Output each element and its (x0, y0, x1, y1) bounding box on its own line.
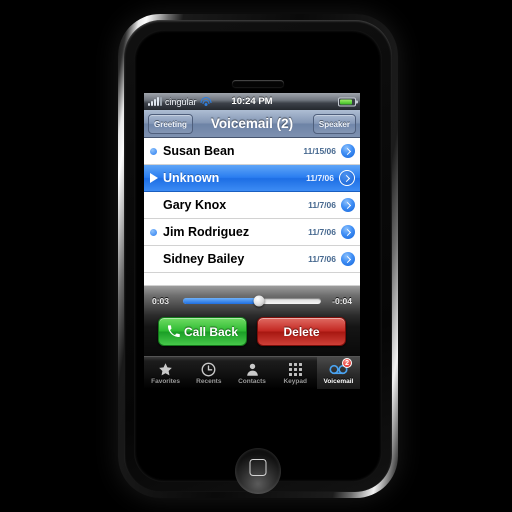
home-square-icon (249, 459, 267, 476)
table-row[interactable]: Susan Bean 11/15/06 (144, 138, 360, 165)
status-bar: cingular 10:24 PM (144, 93, 360, 110)
voicemail-date: 11/7/06 (306, 173, 334, 183)
list-empty-row (144, 273, 360, 286)
page-title: Voicemail (2) (210, 116, 294, 131)
elapsed-time: 0:03 (152, 296, 170, 306)
unheard-indicator (149, 228, 163, 236)
table-row[interactable]: Unknown 11/7/06 (144, 165, 360, 192)
progress-fill (183, 298, 259, 304)
navigation-bar: Greeting Voicemail (2) Speaker (144, 110, 360, 138)
tab-voicemail[interactable]: Voicemail 2 (316, 357, 360, 389)
disclosure-arrow-icon[interactable] (341, 198, 355, 212)
clock-icon (201, 362, 216, 377)
table-row[interactable]: Gary Knox 11/7/06 (144, 192, 360, 219)
person-icon (245, 362, 260, 377)
screenshot-stage: cingular 10:24 PM Greeting Voicemail (2)… (0, 0, 512, 512)
scrubber-row: 0:03 -0:04 (144, 293, 360, 309)
greeting-button[interactable]: Greeting (148, 114, 193, 134)
voicemail-date: 11/7/06 (308, 254, 336, 264)
tab-bar: Favorites Recents Contacts Keypad Voicemail 2 (144, 356, 360, 389)
tab-label: Favorites (151, 377, 181, 385)
unheard-indicator (149, 147, 163, 155)
status-badge: 2 (342, 358, 353, 368)
tab-contacts[interactable]: Contacts (230, 357, 273, 389)
iphone-device: cingular 10:24 PM Greeting Voicemail (2)… (118, 14, 398, 498)
status-clock: 10:24 PM (231, 96, 273, 107)
delete-label: Delete (283, 324, 320, 339)
delete-button[interactable]: Delete (257, 317, 346, 346)
table-row[interactable]: Jim Rodriguez 11/7/06 (144, 219, 360, 246)
wifi-icon (200, 97, 212, 106)
play-triangle-icon (150, 173, 158, 183)
voicemail-date: 11/15/06 (303, 146, 336, 156)
voicemail-caller-name: Jim Rodriguez (163, 225, 250, 239)
unheard-dot-icon (150, 228, 157, 236)
carrier-label: cingular (165, 96, 197, 107)
disclosure-arrow-icon[interactable] (341, 144, 355, 158)
voicemail-caller-name: Unknown (163, 171, 220, 185)
keypad-icon (288, 362, 302, 377)
tab-label: Keypad (283, 377, 307, 385)
disclosure-arrow-icon[interactable] (341, 225, 355, 239)
tab-label: Contacts (238, 377, 266, 385)
tab-label: Recents (196, 377, 222, 385)
battery-icon (338, 97, 358, 106)
voicemail-list: Susan Bean 11/15/06 Unknown 11/7/06 Gary Kno… (144, 138, 360, 286)
home-button[interactable] (235, 448, 281, 494)
disclosure-arrow-icon[interactable] (339, 170, 355, 186)
table-row[interactable]: Sidney Bailey 11/7/06 (144, 246, 360, 273)
tab-label: Voicemail (323, 377, 354, 385)
voicemail-caller-name: Gary Knox (163, 198, 227, 212)
phone-screen: cingular 10:24 PM Greeting Voicemail (2)… (144, 93, 360, 418)
disclosure-arrow-icon[interactable] (341, 252, 355, 266)
remaining-time: -0:04 (332, 296, 352, 306)
voicemail-caller-name: Sidney Bailey (163, 252, 245, 266)
tab-recents[interactable]: Recents (187, 357, 230, 389)
call-back-button[interactable]: Call Back (158, 317, 247, 346)
signal-bars-icon (148, 97, 162, 106)
voicemail-caller-name: Susan Bean (163, 144, 235, 158)
star-icon (158, 362, 173, 377)
voicemail-date: 11/7/06 (308, 200, 336, 210)
speaker-button[interactable]: Speaker (312, 114, 356, 134)
phone-handset-icon (167, 325, 180, 338)
playing-indicator (149, 173, 163, 183)
action-buttons: Call Back Delete (144, 309, 360, 356)
voicemail-date: 11/7/06 (308, 227, 336, 237)
progress-knob[interactable] (253, 295, 265, 307)
tab-keypad[interactable]: Keypad (274, 357, 317, 389)
tab-favorites[interactable]: Favorites (144, 357, 187, 389)
earpiece-speaker (232, 80, 284, 87)
playback-controls: 0:03 -0:04 Call Back Delete (144, 286, 360, 356)
unheard-dot-icon (150, 147, 157, 155)
call-back-label: Call Back (183, 324, 239, 339)
progress-slider[interactable] (183, 295, 321, 307)
